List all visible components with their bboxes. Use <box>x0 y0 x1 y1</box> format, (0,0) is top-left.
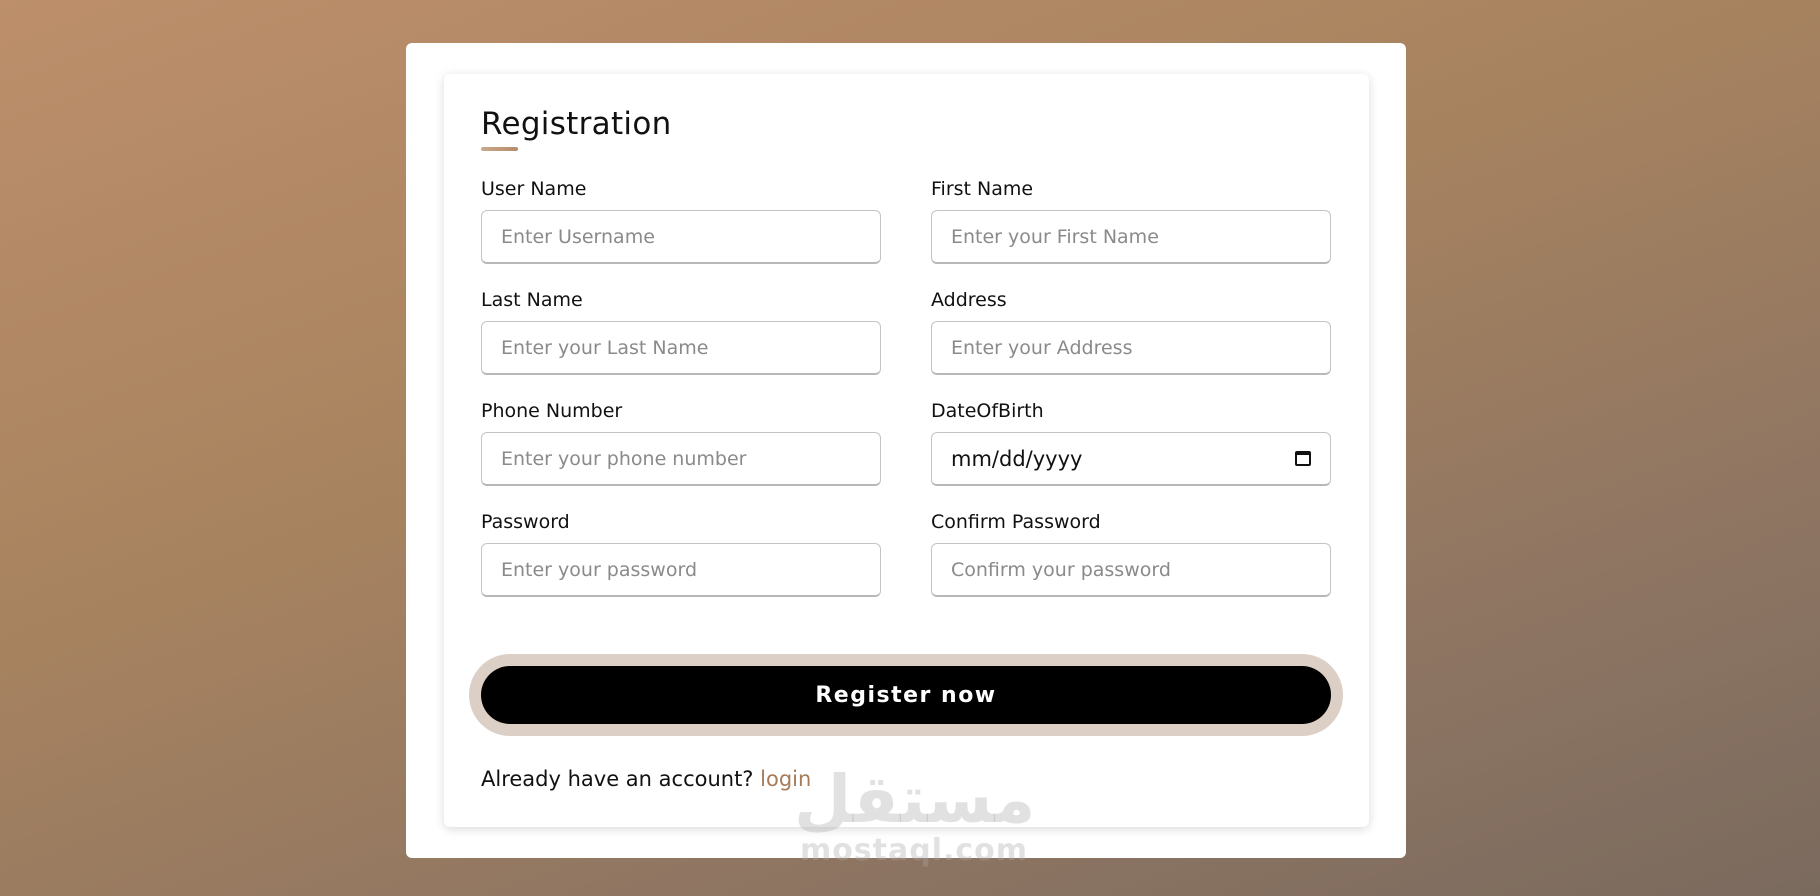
login-prompt-text: Already have an account? <box>481 767 761 791</box>
password-field: Password <box>481 509 883 597</box>
confirm-password-label: Confirm Password <box>931 511 1101 533</box>
address-field: Address <box>931 287 1333 375</box>
first-name-field: First Name <box>931 176 1333 264</box>
phone-label: Phone Number <box>481 400 623 422</box>
first-name-input[interactable] <box>931 210 1331 264</box>
address-label: Address <box>931 289 1007 311</box>
outer-card: Registration User Name First Name Last N… <box>406 43 1406 858</box>
username-label: User Name <box>481 178 587 200</box>
address-input[interactable] <box>931 321 1331 375</box>
last-name-label: Last Name <box>481 289 583 311</box>
registration-form: Registration User Name First Name Last N… <box>444 74 1369 827</box>
password-input[interactable] <box>481 543 881 597</box>
password-label: Password <box>481 511 570 533</box>
login-link[interactable]: login <box>760 767 811 791</box>
page-title: Registration <box>481 106 672 142</box>
calendar-icon[interactable] <box>1295 451 1311 466</box>
username-input[interactable] <box>481 210 881 264</box>
date-of-birth-label: DateOfBirth <box>931 400 1044 422</box>
register-button[interactable]: Register now <box>481 666 1331 724</box>
last-name-input[interactable] <box>481 321 881 375</box>
last-name-field: Last Name <box>481 287 883 375</box>
phone-field: Phone Number <box>481 398 883 486</box>
date-of-birth-input[interactable]: mm/dd/yyyy <box>931 432 1331 486</box>
login-prompt: Already have an account? login <box>481 767 811 791</box>
register-button-focus-ring: Register now <box>469 654 1343 736</box>
phone-input[interactable] <box>481 432 881 486</box>
first-name-label: First Name <box>931 178 1034 200</box>
confirm-password-input[interactable] <box>931 543 1331 597</box>
date-of-birth-field: DateOfBirth mm/dd/yyyy <box>931 398 1333 486</box>
confirm-password-field: Confirm Password <box>931 509 1333 597</box>
username-field: User Name <box>481 176 883 264</box>
date-of-birth-value: mm/dd/yyyy <box>951 446 1083 471</box>
title-underline <box>481 147 518 151</box>
